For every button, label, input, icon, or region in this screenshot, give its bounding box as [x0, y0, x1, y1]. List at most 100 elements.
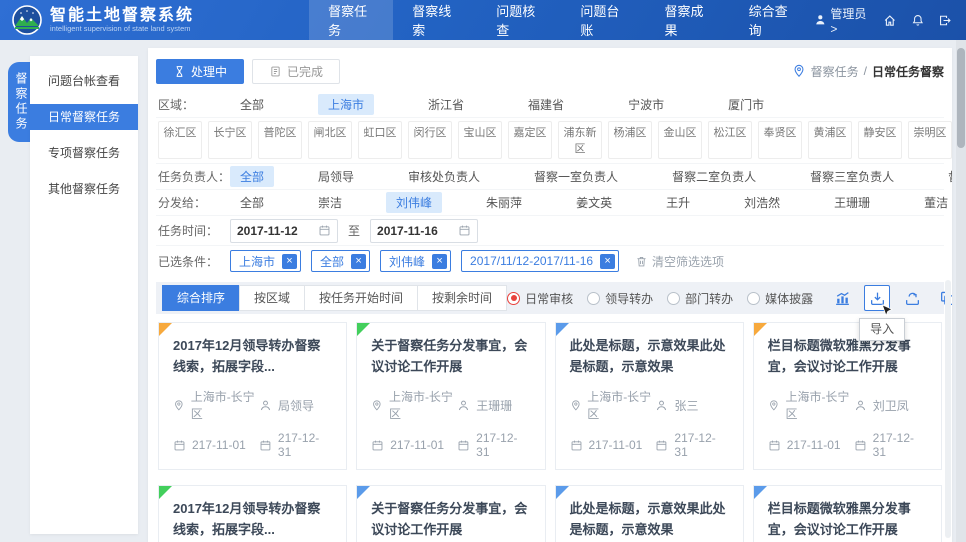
remove-chip-icon[interactable]: × [351, 254, 366, 269]
owner-option[interactable]: 督察三室负责人 [800, 166, 904, 187]
card-start-date: 217-11-01 [390, 438, 444, 452]
radio-leader-transfer[interactable]: 领导转办 [587, 290, 653, 307]
task-card[interactable]: 栏目标题微软雅黑分发事宜，会议讨论工作开展 上海市-长宁区 刘卫凤 217-11… [753, 485, 942, 542]
task-card[interactable]: 2017年12月领导转办督察线索，拓展字段... 上海市-长宁区 局领导 217… [158, 485, 347, 542]
content-scrollbar[interactable] [945, 280, 951, 538]
refresh-button[interactable] [899, 285, 925, 311]
remove-chip-icon[interactable]: × [432, 254, 447, 269]
district-option[interactable]: 徐汇区 [158, 121, 202, 159]
chip-label: 全部 [320, 253, 344, 270]
radio-media-disclosure[interactable]: 媒体披露 [747, 290, 813, 307]
district-option[interactable]: 金山区 [658, 121, 702, 159]
district-option[interactable]: 长宁区 [208, 121, 252, 159]
district-option[interactable]: 闸北区 [308, 121, 352, 159]
remove-chip-icon[interactable]: × [282, 254, 297, 269]
owner-option[interactable]: 督察四室负责人 [938, 166, 952, 187]
assignee-option[interactable]: 朱丽萍 [476, 192, 532, 213]
owner-option-selected[interactable]: 全部 [230, 166, 274, 187]
sidebar-item-special-supervision-tasks[interactable]: 专项督察任务 [30, 140, 138, 166]
start-date-input[interactable]: 2017-11-12 [230, 219, 338, 243]
person-icon [655, 399, 668, 412]
home-icon[interactable] [883, 13, 897, 28]
tab-processing[interactable]: 处理中 [156, 59, 244, 84]
notification-icon[interactable] [911, 13, 925, 28]
sidebar-vertical-tab[interactable]: 督察任务 [8, 62, 30, 142]
district-option[interactable]: 虹口区 [358, 121, 402, 159]
card-corner-flag [357, 323, 370, 336]
owner-option[interactable]: 督察一室负责人 [524, 166, 628, 187]
sort-tab-by-start-time[interactable]: 按任务开始时间 [304, 285, 418, 311]
breadcrumb-section[interactable]: 督察任务 [811, 63, 859, 80]
filter-chip: 上海市 × [230, 250, 301, 272]
district-option[interactable]: 杨浦区 [608, 121, 652, 159]
sort-tab-comprehensive[interactable]: 综合排序 [162, 285, 240, 311]
owner-option[interactable]: 局领导 [308, 166, 364, 187]
card-title: 栏目标题微软雅黑分发事宜，会议讨论工作开展 [754, 323, 941, 379]
import-button[interactable]: 导入 [864, 285, 890, 311]
breadcrumb: 督察任务 / 日常任务督察 [792, 63, 944, 80]
district-option[interactable]: 宝山区 [458, 121, 502, 159]
mouse-cursor [881, 304, 895, 318]
assignee-option-selected[interactable]: 刘伟峰 [386, 192, 442, 213]
assignee-option[interactable]: 刘浩然 [734, 192, 790, 213]
region-option[interactable]: 福建省 [518, 94, 574, 115]
district-option[interactable]: 嘉定区 [508, 121, 552, 159]
owner-option[interactable]: 审核处负责人 [398, 166, 490, 187]
logout-icon[interactable] [938, 13, 952, 28]
tab-completed[interactable]: 已完成 [252, 59, 340, 84]
assignee-option[interactable]: 全部 [230, 192, 274, 213]
chart-button[interactable] [829, 285, 855, 311]
region-option[interactable]: 厦门市 [718, 94, 774, 115]
radio-department-transfer[interactable]: 部门转办 [667, 290, 733, 307]
task-card[interactable]: 此处是标题，示意效果此处是标题，示意效果 上海市-长宁区 张三 217-11-0… [555, 485, 744, 542]
assignee-option[interactable]: 董洁 [914, 192, 952, 213]
card-title: 此处是标题，示意效果此处是标题，示意效果 [556, 486, 743, 542]
sort-tab-by-remaining-time[interactable]: 按剩余时间 [417, 285, 507, 311]
assignee-option[interactable]: 王珊珊 [824, 192, 880, 213]
region-option-selected[interactable]: 上海市 [318, 94, 374, 115]
district-option[interactable]: 崇明区 [908, 121, 952, 159]
page-scrollbar[interactable] [956, 40, 966, 542]
district-option[interactable]: 浦东新区 [558, 121, 602, 159]
nav-item-supervision-results[interactable]: 督察成果 [646, 0, 730, 40]
district-option[interactable]: 静安区 [858, 121, 902, 159]
task-card[interactable]: 栏目标题微软雅黑分发事宜，会议讨论工作开展 上海市-长宁区 刘卫凤 217-11… [753, 322, 942, 470]
page-scrollbar-thumb[interactable] [957, 48, 965, 148]
date-range-separator: 至 [348, 222, 360, 239]
nav-item-comprehensive-query[interactable]: 综合查询 [730, 0, 814, 40]
radio-daily-review[interactable]: 日常审核 [507, 290, 573, 307]
nav-item-issue-check[interactable]: 问题核查 [477, 0, 561, 40]
end-date-input[interactable]: 2017-11-16 [370, 219, 478, 243]
filter-chip: 全部 × [311, 250, 370, 272]
nav-item-issue-ledger[interactable]: 问题台账 [561, 0, 645, 40]
remove-chip-icon[interactable]: × [600, 254, 615, 269]
task-card[interactable]: 关于督察任务分发事宜，会议讨论工作开展 上海市-长宁区 王珊珊 217-11-0… [356, 485, 545, 542]
sidebar-item-other-supervision-tasks[interactable]: 其他督察任务 [30, 176, 138, 202]
sort-tab-by-region[interactable]: 按区域 [239, 285, 305, 311]
region-option[interactable]: 全部 [230, 94, 274, 115]
sidebar-item-daily-supervision-tasks[interactable]: 日常督察任务 [30, 104, 138, 130]
region-option[interactable]: 浙江省 [418, 94, 474, 115]
clear-filters-button[interactable]: 清空筛选选项 [635, 253, 724, 270]
district-option[interactable]: 普陀区 [258, 121, 302, 159]
district-option[interactable]: 松江区 [708, 121, 752, 159]
owner-label: 任务负责人： [156, 168, 230, 185]
card-location: 上海市-长宁区 [785, 388, 853, 422]
user-menu[interactable]: 管理员> [814, 5, 869, 36]
sidebar-item-issue-ledger-view[interactable]: 问题台帐查看 [30, 68, 138, 94]
assignee-option[interactable]: 王升 [656, 192, 700, 213]
district-option[interactable]: 黄浦区 [808, 121, 852, 159]
assignee-option[interactable]: 崇洁 [308, 192, 352, 213]
nav-item-supervision-tasks[interactable]: 督察任务 [309, 0, 393, 40]
radio-dot [747, 292, 760, 305]
task-card[interactable]: 此处是标题，示意效果此处是标题，示意效果 上海市-长宁区 张三 217-11-0… [555, 322, 744, 470]
nav-item-supervision-clues[interactable]: 督察线索 [393, 0, 477, 40]
owner-option[interactable]: 督察二室负责人 [662, 166, 766, 187]
region-option[interactable]: 宁波市 [618, 94, 674, 115]
task-card[interactable]: 2017年12月领导转办督察线索，拓展字段... 上海市-长宁区 局领导 217… [158, 322, 347, 470]
district-option[interactable]: 闵行区 [408, 121, 452, 159]
task-card[interactable]: 关于督察任务分发事宜，会议讨论工作开展 上海市-长宁区 王珊珊 217-11-0… [356, 322, 545, 470]
assignee-option[interactable]: 姜文英 [566, 192, 622, 213]
district-option[interactable]: 奉贤区 [758, 121, 802, 159]
calendar-icon [768, 439, 781, 452]
